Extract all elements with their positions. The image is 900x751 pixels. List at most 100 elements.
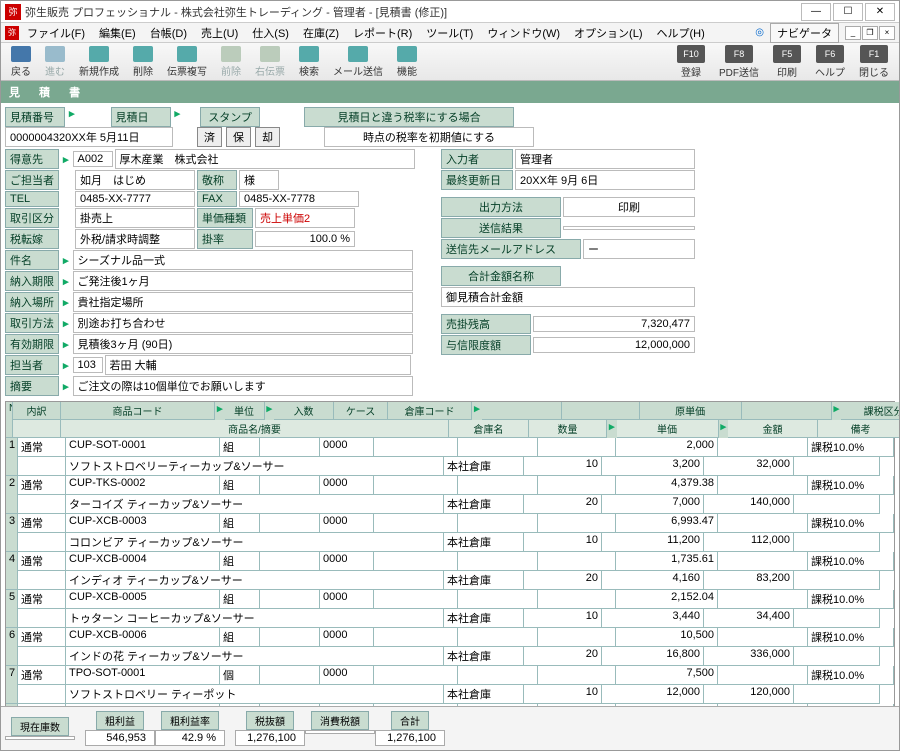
menu-option[interactable]: オプション(L) <box>568 23 648 43</box>
quote-no-date[interactable]: 0000004320XX年 5月11日 <box>5 127 173 147</box>
toolbar-prevdel[interactable]: 前除 <box>215 44 247 80</box>
cell-unit[interactable]: 組 <box>220 552 260 571</box>
menu-stock[interactable]: 在庫(Z) <box>297 23 345 43</box>
toolbar-back[interactable]: 戻る <box>5 44 37 80</box>
table-row[interactable]: 4 通常 CUP-XCB-0004 組 0000 1,735.61 課税10.0… <box>6 552 894 590</box>
cell-note[interactable] <box>794 647 880 666</box>
arrow-icon[interactable]: ▸ <box>61 338 71 351</box>
arrow-icon[interactable]: ▸ <box>265 402 275 420</box>
cell-tax[interactable]: 課税10.0% <box>808 704 894 706</box>
menu-window[interactable]: ウィンドウ(W) <box>481 23 566 43</box>
gh2-wh[interactable]: 倉庫名 <box>449 420 529 438</box>
cell-case[interactable]: 0000 <box>320 704 374 706</box>
gh-iw[interactable]: 内訳 <box>13 402 61 420</box>
cell-iw[interactable]: 通常 <box>18 514 66 533</box>
gh-up0[interactable]: 原単価 <box>640 402 742 420</box>
cell-up[interactable]: 4,160 <box>602 571 704 590</box>
cell-amt[interactable]: 83,200 <box>704 571 794 590</box>
cell-case[interactable]: 0000 <box>320 476 374 495</box>
cell-tax[interactable]: 課税10.0% <box>808 476 894 495</box>
cell-up[interactable]: 7,000 <box>602 495 704 514</box>
toolbar-forward[interactable]: 進む <box>39 44 71 80</box>
cell-note[interactable] <box>794 533 880 552</box>
cell-amt[interactable]: 140,000 <box>704 495 794 514</box>
menu-ledger[interactable]: 台帳(D) <box>144 23 193 43</box>
cell-up0[interactable]: 2,000 <box>616 438 718 457</box>
cell-iw[interactable]: 通常 <box>18 552 66 571</box>
gh2-up[interactable]: 単価 <box>617 420 719 438</box>
cell-code[interactable]: CUP-XCB-0004 <box>66 552 220 571</box>
cell-up[interactable]: 3,440 <box>602 609 704 628</box>
gh-spec[interactable]: 入数 <box>274 402 334 420</box>
mdi-minimize[interactable]: _ <box>845 26 861 40</box>
cell-tax[interactable]: 課税10.0% <box>808 628 894 647</box>
cell-up[interactable]: 16,800 <box>602 647 704 666</box>
cell-unit[interactable]: 組 <box>220 438 260 457</box>
cell-unit[interactable]: 組 <box>220 514 260 533</box>
cell-whcode[interactable] <box>374 666 458 685</box>
table-row[interactable]: 2 通常 CUP-TKS-0002 組 0000 4,379.38 課税10.0… <box>6 476 894 514</box>
cell-code[interactable]: CUP-XCB-0006 <box>66 628 220 647</box>
contact[interactable]: 如月 はじめ <box>75 170 195 190</box>
cell-case[interactable]: 0000 <box>320 666 374 685</box>
cell-case[interactable]: 0000 <box>320 590 374 609</box>
cell-name[interactable]: インディオ ティーカップ&ソーサー <box>66 571 444 590</box>
trade[interactable]: 掛売上 <box>75 208 195 228</box>
cell-up0[interactable]: 6,993.47 <box>616 514 718 533</box>
table-row[interactable]: 3 通常 CUP-XCB-0003 組 0000 6,993.47 課税10.0… <box>6 514 894 552</box>
cell-case[interactable]: 0000 <box>320 438 374 457</box>
cell-tax[interactable]: 課税10.0% <box>808 666 894 685</box>
table-row[interactable]: 5 通常 CUP-XCB-0005 組 0000 2,152.04 課税10.0… <box>6 590 894 628</box>
price-kind[interactable]: 売上単価2 <box>255 208 355 228</box>
stamp-hold[interactable]: 保 <box>226 127 251 147</box>
cell-spec[interactable] <box>260 704 320 706</box>
cell-up[interactable]: 12,000 <box>602 685 704 704</box>
stamp-done[interactable]: 済 <box>197 127 222 147</box>
toolbar-function[interactable]: 機能 <box>391 44 423 80</box>
cell-case[interactable]: 0000 <box>320 628 374 647</box>
toolbar-print[interactable]: F5印刷 <box>767 43 807 81</box>
cell-up0[interactable]: 10,500 <box>616 628 718 647</box>
method[interactable]: 別途お打ち合わせ <box>73 313 413 333</box>
cell-wh[interactable]: 本社倉庫 <box>444 533 524 552</box>
cell-spec[interactable] <box>260 514 320 533</box>
cell-tax[interactable]: 課税10.0% <box>808 552 894 571</box>
gh-unit[interactable]: 単位 <box>225 402 265 420</box>
cell-unit[interactable]: 個 <box>220 704 260 706</box>
cell-code[interactable]: CUP-TKS-0002 <box>66 476 220 495</box>
cell-qty[interactable]: 10 <box>524 685 602 704</box>
arrow-icon[interactable]: ▸ <box>61 254 71 267</box>
cell-whcode[interactable] <box>374 476 458 495</box>
deadline[interactable]: ご発注後1ヶ月 <box>73 271 413 291</box>
cell-whcode[interactable] <box>374 628 458 647</box>
note[interactable]: ご注文の際は10個単位でお願いします <box>73 376 413 396</box>
mdi-close[interactable]: × <box>879 26 895 40</box>
cell-wh[interactable]: 本社倉庫 <box>444 685 524 704</box>
cell-amt[interactable]: 112,000 <box>704 533 794 552</box>
cell-spec[interactable] <box>260 590 320 609</box>
cell-note[interactable] <box>794 609 880 628</box>
cell-whcode[interactable] <box>374 704 458 706</box>
cell-code[interactable]: CUP-XCB-0003 <box>66 514 220 533</box>
cell-qty[interactable]: 20 <box>524 647 602 666</box>
cell-up0[interactable]: 7,500 <box>616 666 718 685</box>
cell-case[interactable]: 0000 <box>320 514 374 533</box>
cell-name[interactable]: ソフトストロベリーティーカップ&ソーサー <box>66 457 444 476</box>
cell-code[interactable]: TPO-TKS-0001 <box>66 704 220 706</box>
cell-wh[interactable]: 本社倉庫 <box>444 457 524 476</box>
cell-spec[interactable] <box>260 552 320 571</box>
gh2-amt[interactable]: 金額 <box>728 420 818 438</box>
valid[interactable]: 見積後3ヶ月 (90日) <box>73 334 413 354</box>
cell-qty[interactable]: 20 <box>524 495 602 514</box>
gh2-qty[interactable]: 数量 <box>529 420 607 438</box>
cell-spec[interactable] <box>260 438 320 457</box>
menu-help[interactable]: ヘルプ(H) <box>651 23 711 43</box>
arrow-icon[interactable]: ▸ <box>61 317 71 330</box>
table-row[interactable]: 8 通常 TPO-TKS-0001 個 0000 9,994.73 課税10.0… <box>6 704 894 706</box>
cell-up0[interactable]: 1,735.61 <box>616 552 718 571</box>
cell-wh[interactable]: 本社倉庫 <box>444 647 524 666</box>
stamp-reject[interactable]: 却 <box>255 127 280 147</box>
menu-report[interactable]: レポート(R) <box>347 23 418 43</box>
gh-case[interactable]: ケース <box>334 402 388 420</box>
table-row[interactable]: 6 通常 CUP-XCB-0006 組 0000 10,500 課税10.0% … <box>6 628 894 666</box>
